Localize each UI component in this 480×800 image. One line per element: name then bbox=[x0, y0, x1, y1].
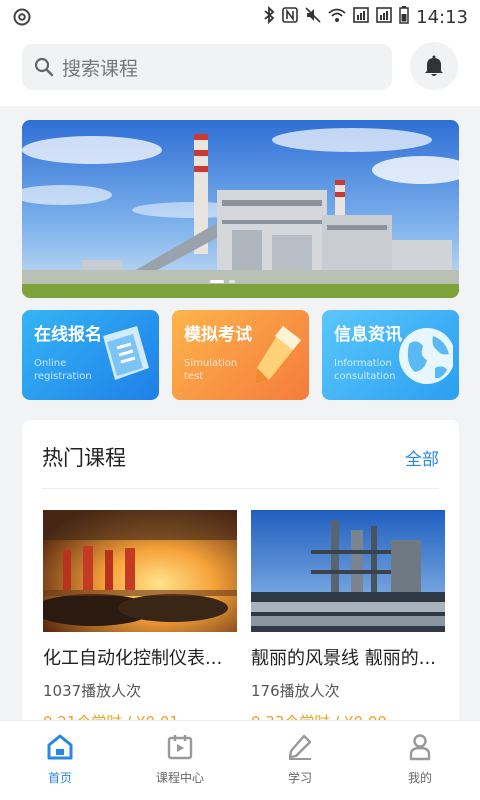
course-thumbnail bbox=[43, 510, 237, 632]
card-title: 信息资讯 bbox=[334, 325, 402, 345]
course-thumbnail bbox=[251, 510, 445, 632]
course-play-count: 176播放人次 bbox=[251, 682, 340, 700]
information-consultation-card[interactable]: 信息资讯 Information consultation bbox=[322, 310, 459, 400]
signal-1-icon bbox=[353, 6, 369, 28]
course-name: 靓丽的风景线 靓丽的... bbox=[251, 648, 436, 669]
pencil-icon bbox=[288, 734, 312, 760]
tab-home[interactable]: 首页 bbox=[0, 721, 120, 800]
simulation-test-card[interactable]: 模拟考试 Simulation test bbox=[172, 310, 309, 400]
mute-icon bbox=[305, 6, 321, 28]
status-time: 14:13 bbox=[416, 6, 468, 28]
tab-label: 课程中心 bbox=[155, 771, 204, 785]
online-registration-card[interactable]: 在线报名 Online registration bbox=[22, 310, 159, 400]
course-play-count: 1037播放人次 bbox=[43, 682, 142, 700]
tab-label: 学习 bbox=[287, 771, 312, 785]
banner-carousel[interactable] bbox=[22, 120, 459, 298]
course-card[interactable]: 化工自动化控制仪表... 1037播放人次 0.21个学时 / ¥0.01 bbox=[43, 510, 237, 732]
tab-label: 首页 bbox=[47, 771, 72, 785]
card-title: 模拟考试 bbox=[184, 325, 252, 345]
banner-image-power-plant bbox=[22, 120, 459, 298]
search-icon bbox=[34, 57, 54, 77]
person-icon bbox=[409, 734, 431, 761]
card-subtitle: Simulation test bbox=[184, 358, 238, 382]
signal-2-icon bbox=[376, 6, 392, 28]
divider bbox=[42, 488, 439, 489]
status-bar: 14:13 bbox=[0, 0, 480, 34]
course-name: 化工自动化控制仪表... bbox=[43, 648, 223, 669]
section-title: 热门课程 bbox=[42, 446, 126, 470]
card-title: 在线报名 bbox=[34, 325, 102, 345]
search-bar[interactable]: 搜索课程 bbox=[22, 44, 392, 90]
wifi-icon bbox=[328, 7, 346, 28]
tab-mine[interactable]: 我的 bbox=[360, 721, 480, 800]
card-subtitle: Online registration bbox=[34, 358, 92, 382]
bottom-tab-bar: 首页 课程中心 学习 我的 bbox=[0, 720, 480, 800]
card-subtitle: Information consultation bbox=[334, 358, 396, 382]
tab-label: 我的 bbox=[407, 771, 432, 785]
carousel-dot bbox=[229, 280, 235, 283]
carousel-dot-active bbox=[210, 280, 224, 283]
home-icon bbox=[47, 734, 73, 760]
tab-study[interactable]: 学习 bbox=[240, 721, 360, 800]
bluetooth-icon bbox=[263, 5, 275, 29]
app-notification-icon bbox=[13, 8, 31, 26]
hot-courses-section: 热门课程 全部 化工自动化控制仪表... 1037播放人次 靓丽的风景线 靓丽的… bbox=[22, 420, 459, 740]
header: 搜索课程 bbox=[0, 34, 480, 106]
video-calendar-icon bbox=[167, 735, 193, 760]
course-card[interactable]: 靓丽的风景线 靓丽的... 176播放人次 0.33个学时 / ¥0.00 bbox=[251, 510, 445, 732]
search-input[interactable]: 搜索课程 bbox=[62, 54, 138, 81]
nfc-icon bbox=[282, 6, 298, 28]
course-image-industrial-furnace bbox=[43, 510, 237, 632]
carousel-indicator bbox=[210, 280, 235, 283]
tab-course-center[interactable]: 课程中心 bbox=[120, 721, 240, 800]
view-all-link[interactable]: 全部 bbox=[405, 445, 439, 470]
quick-links: 在线报名 Online registration 模拟考试 Simulation… bbox=[22, 310, 459, 400]
course-image-chemical-plant bbox=[251, 510, 445, 632]
battery-icon bbox=[399, 5, 409, 29]
bell-icon bbox=[425, 55, 443, 76]
notification-button[interactable] bbox=[410, 42, 458, 90]
